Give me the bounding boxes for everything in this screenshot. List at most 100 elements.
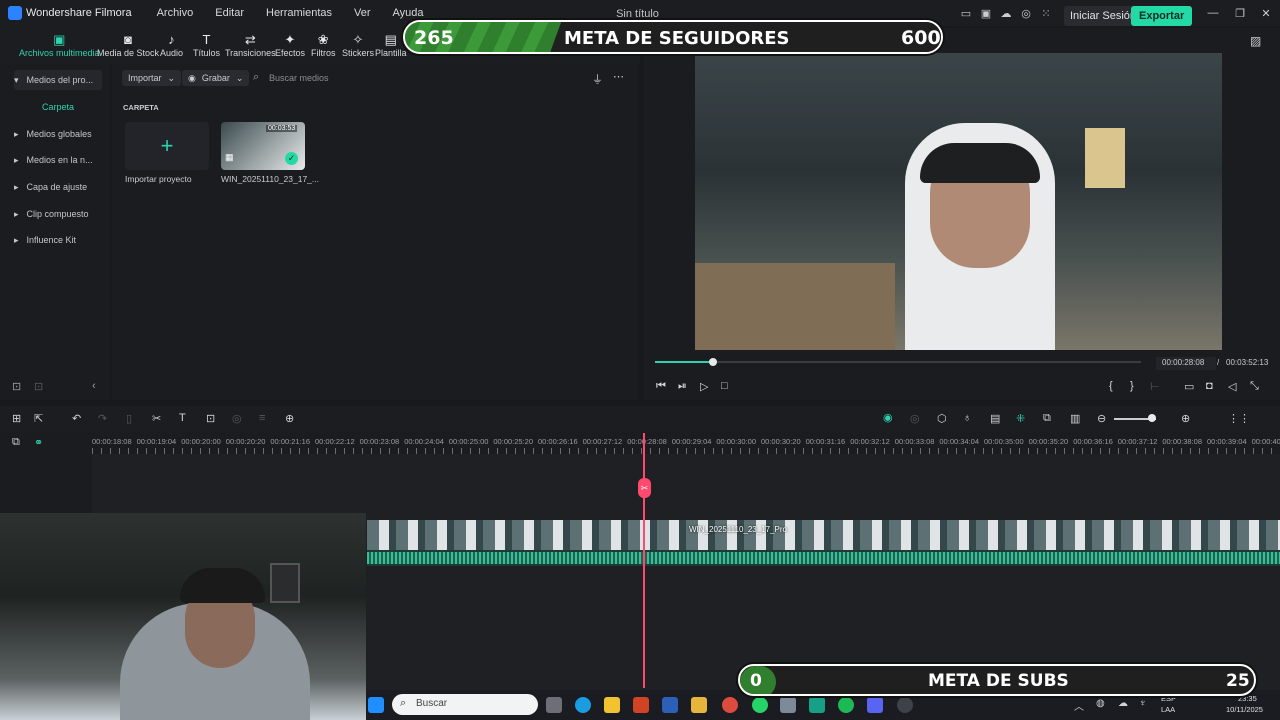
menu-archivo[interactable]: Archivo	[146, 7, 205, 19]
render-icon[interactable]: ◎	[910, 412, 920, 425]
media-search-input[interactable]: Buscar medios	[269, 73, 329, 83]
network-icon[interactable]: ◍	[1096, 698, 1105, 709]
tab-filtros[interactable]: ❀ Filtros	[311, 32, 336, 58]
sidebar-item-adjustment-layer[interactable]: ▸ Capa de ajuste	[14, 177, 102, 197]
folder-icon[interactable]: ⊡	[34, 380, 43, 393]
sidebar-item-influence-kit[interactable]: ▸ Influence Kit	[14, 230, 102, 250]
word-icon[interactable]	[662, 697, 678, 713]
chevron-up-icon[interactable]: ︿	[1074, 698, 1084, 713]
play-icon[interactable]: ▷	[700, 380, 708, 393]
cloud-icon[interactable]: ☁	[998, 5, 1014, 21]
tab-audio[interactable]: ♪ Audio	[160, 32, 183, 58]
speed-icon[interactable]: ⊕	[285, 412, 294, 425]
menu-editar[interactable]: Editar	[204, 7, 255, 19]
grid-icon[interactable]: ⊞	[12, 412, 21, 425]
tab-media-de-stock[interactable]: ◙ Media de Stock	[97, 32, 159, 58]
menu-ver[interactable]: Ver	[343, 7, 382, 19]
record-dropdown[interactable]: ◉ Grabar ⌄	[182, 70, 250, 86]
sidebar-item-cloud-media[interactable]: ▸ Medios en la n...	[14, 150, 102, 170]
mark-out-icon[interactable]: }	[1130, 380, 1134, 392]
stop-icon[interactable]: □	[721, 380, 728, 392]
voiceover-icon[interactable]: ▤	[990, 412, 1000, 425]
zoom-in-icon[interactable]: ⊕	[1181, 412, 1190, 425]
discord-icon[interactable]	[867, 697, 883, 713]
volume-icon[interactable]: ◁	[1228, 380, 1236, 393]
store-icon[interactable]	[604, 697, 620, 713]
menu-herramientas[interactable]: Herramientas	[255, 7, 343, 19]
tab-archivos-multimedia[interactable]: ▣ Archivos multimedia	[19, 32, 100, 58]
clock-date[interactable]: 10/11/2025	[1226, 705, 1263, 714]
minimize-icon[interactable]: —	[1205, 5, 1221, 21]
windows-start-icon[interactable]	[368, 697, 384, 713]
media-clip-thumbnail[interactable]: 00:03:53 ✓ ▦	[221, 122, 305, 170]
close-icon[interactable]: ✕	[1258, 5, 1274, 21]
mic-tray-icon[interactable]: ♆	[1139, 698, 1147, 709]
crop-icon[interactable]: ⊢	[1150, 380, 1160, 393]
sidebar-item-compound-clip[interactable]: ▸ Clip compuesto	[14, 204, 102, 224]
keyboard-layout[interactable]: LAA	[1161, 705, 1175, 714]
task-view-icon[interactable]	[546, 697, 562, 713]
snap-icon[interactable]: ⁜	[1016, 412, 1025, 425]
cut-icon[interactable]: ✂	[152, 412, 161, 425]
preview-scrubber[interactable]	[709, 358, 718, 366]
edge-icon[interactable]	[575, 697, 591, 713]
taskbar-search[interactable]: ⌕ Buscar	[392, 694, 538, 715]
apps-icon[interactable]: ⁙	[1038, 5, 1054, 21]
preview-progress-track[interactable]	[655, 361, 1141, 363]
pip-icon[interactable]: ⧉	[1043, 412, 1051, 425]
cloud-tray-icon[interactable]: ☁	[1118, 698, 1128, 709]
powerpoint-icon[interactable]	[633, 697, 649, 713]
whatsapp-icon[interactable]	[752, 697, 768, 713]
display-icon[interactable]: ▭	[1184, 380, 1194, 393]
spotify-icon[interactable]	[838, 697, 854, 713]
export-button[interactable]: Exportar	[1131, 6, 1193, 26]
fullscreen-icon[interactable]: ⤡	[1250, 380, 1259, 393]
tab-titulos[interactable]: T Títulos	[193, 32, 220, 58]
storyboard-icon[interactable]: ▥	[1070, 412, 1080, 425]
layout-grid-icon[interactable]: ⋮⋮	[1228, 412, 1250, 425]
mic-icon[interactable]: ♁	[963, 412, 971, 424]
delete-icon[interactable]: ▯	[126, 412, 132, 425]
explorer-icon[interactable]	[691, 697, 707, 713]
camera-icon[interactable]: ◘	[1206, 380, 1213, 392]
import-dropdown[interactable]: Importar ⌄	[122, 70, 182, 86]
obs-icon[interactable]	[897, 697, 913, 713]
maximize-icon[interactable]: ❐	[1232, 5, 1248, 21]
zoom-out-icon[interactable]: ⊖	[1097, 412, 1106, 425]
tab-plantilla[interactable]: ▤ Plantilla	[375, 32, 407, 58]
app-icon[interactable]	[780, 697, 796, 713]
tab-efectos[interactable]: ✦ Efectos	[275, 32, 305, 58]
layout-icon[interactable]: ▭	[958, 5, 974, 21]
tab-stickers[interactable]: ✧ Stickers	[342, 32, 374, 58]
snapshot-panel-icon[interactable]: ▨	[1250, 34, 1261, 48]
prev-frame-icon[interactable]: ⏮	[656, 380, 666, 393]
text-tool-icon[interactable]: T	[179, 412, 186, 424]
video-clip[interactable]: WIN_20251110_23_17_Pro	[367, 520, 1280, 550]
add-track-icon[interactable]: ⧉	[12, 436, 20, 449]
filter-icon[interactable]: ⏚	[592, 71, 603, 87]
mark-in-icon[interactable]: {	[1109, 380, 1113, 392]
marker-icon[interactable]: ⬡	[937, 412, 947, 425]
filmora-taskbar-icon[interactable]	[809, 697, 825, 713]
sidebar-item-global-media[interactable]: ▸ Medios globales	[14, 124, 102, 144]
adjust-icon[interactable]: ≡	[259, 412, 265, 424]
color-icon[interactable]: ◎	[232, 412, 242, 425]
select-tool-icon[interactable]: ⇱	[34, 412, 43, 425]
support-icon[interactable]: ◎	[1018, 5, 1034, 21]
playhead[interactable]	[643, 433, 645, 688]
taskbar-search-input[interactable]: Buscar	[416, 698, 447, 709]
sidebar-item-project-media[interactable]: ▾ Medios del pro...	[14, 70, 102, 90]
import-project-card[interactable]: +	[125, 122, 209, 170]
ai-icon[interactable]: ◉	[883, 411, 893, 424]
chrome-icon[interactable]	[722, 697, 738, 713]
undo-icon[interactable]: ↶	[72, 412, 81, 425]
menu-ayuda[interactable]: Ayuda	[382, 7, 435, 19]
link-icon[interactable]: ⚭	[34, 436, 43, 449]
more-icon[interactable]: ⋯	[613, 70, 624, 83]
save-icon[interactable]: ▣	[978, 5, 994, 21]
playhead-handle[interactable]: ✂	[638, 478, 651, 498]
tab-transiciones[interactable]: ⇄ Transiciones	[225, 32, 276, 58]
timeline-ruler[interactable]: ⧉ ⚭ 00:00:18:08 00:00:19:04 00:00:20:00 00:…	[0, 432, 1280, 454]
collapse-icon[interactable]: ‹	[92, 380, 96, 392]
new-folder-icon[interactable]: ⊡	[12, 380, 21, 393]
